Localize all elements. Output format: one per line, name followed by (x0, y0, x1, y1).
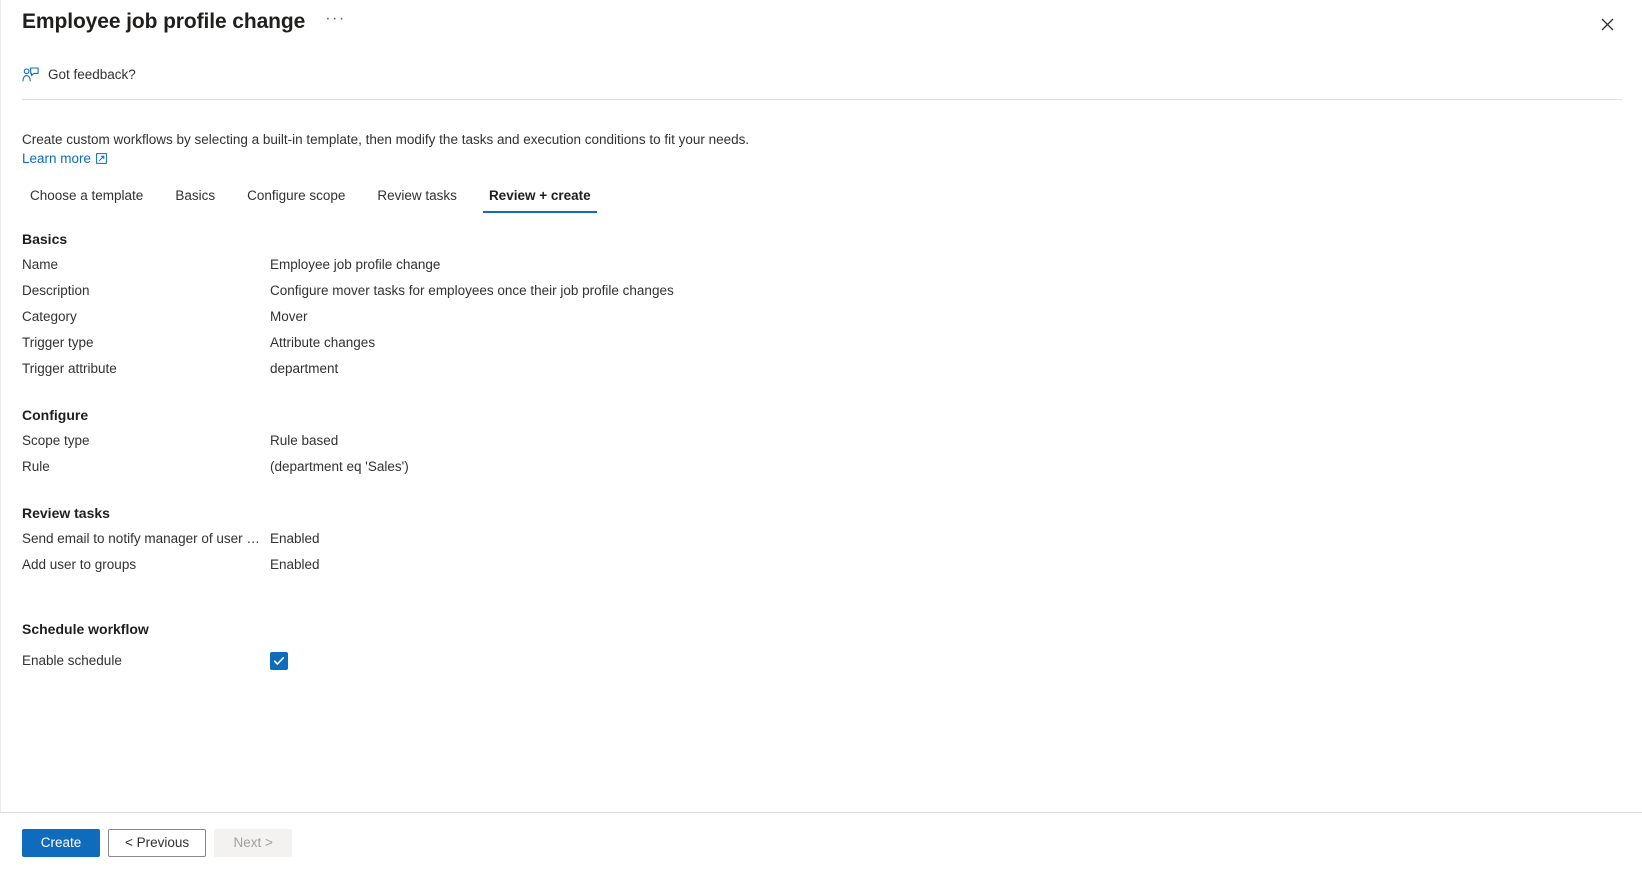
learn-more-link[interactable]: Learn more (22, 149, 107, 168)
next-button: Next > (214, 829, 293, 857)
footer-buttons: Create < Previous Next > (22, 829, 293, 857)
tab-review-tasks[interactable]: Review tasks (361, 187, 473, 213)
checkmark-icon (273, 657, 285, 665)
learn-more-label: Learn more (22, 151, 92, 166)
blade-header: Employee job profile change ··· (0, 0, 1642, 56)
summary-value: Employee job profile change (270, 257, 441, 272)
more-options-icon[interactable]: ··· (319, 8, 351, 36)
summary-row: Category Mover (22, 308, 1602, 334)
section-basics: Basics Name Employee job profile change … (22, 228, 1602, 386)
got-feedback-label: Got feedback? (48, 67, 136, 82)
intro-description: Create custom workflows by selecting a b… (22, 132, 750, 147)
header-divider (22, 99, 1622, 100)
summary-row: Send email to notify manager of user mo…… (22, 530, 1602, 556)
tab-configure-scope[interactable]: Configure scope (231, 187, 361, 213)
summary-key: Category (22, 309, 77, 324)
got-feedback-link[interactable]: Got feedback? (22, 66, 136, 84)
summary-row: Add user to groups Enabled (22, 556, 1602, 582)
blade-left-border (0, 0, 1, 876)
summary-key: Rule (22, 459, 50, 474)
summary-key: Name (22, 257, 59, 272)
summary-value: Enabled (270, 531, 320, 546)
title-area: Employee job profile change ··· (22, 8, 352, 36)
wizard-tabs: Choose a template Basics Configure scope… (22, 183, 607, 213)
summary-row: Name Employee job profile change (22, 256, 1602, 282)
summary-value: Enabled (270, 557, 320, 572)
summary-value: department (270, 361, 339, 376)
summary-row: Trigger attribute department (22, 360, 1602, 386)
enable-schedule-checkbox[interactable] (270, 652, 288, 670)
tab-choose-a-template[interactable]: Choose a template (22, 187, 159, 213)
summary-row: Description Configure mover tasks for em… (22, 282, 1602, 308)
enable-schedule-label: Enable schedule (22, 653, 122, 668)
section-heading-schedule-workflow: Schedule workflow (22, 621, 149, 637)
summary-value: Rule based (270, 433, 339, 448)
summary-key: Trigger attribute (22, 361, 117, 376)
summary-row: Rule (department eq 'Sales') (22, 458, 1602, 484)
section-heading-configure: Configure (22, 407, 89, 423)
section-review-tasks: Review tasks Send email to notify manage… (22, 502, 1602, 582)
summary-value: Mover (270, 309, 308, 324)
summary-key: Scope type (22, 433, 90, 448)
external-link-icon (96, 153, 107, 164)
tab-basics[interactable]: Basics (159, 187, 231, 213)
summary-row: Trigger type Attribute changes (22, 334, 1602, 360)
summary-key: Send email to notify manager of user mo… (22, 531, 270, 546)
summary-key: Trigger type (22, 335, 94, 350)
enable-schedule-row: Enable schedule (22, 648, 1602, 674)
feedback-person-icon (22, 67, 39, 83)
summary-row: Scope type Rule based (22, 432, 1602, 458)
page-title: Employee job profile change (22, 10, 306, 33)
wizard-footer: Create < Previous Next > (0, 812, 1642, 876)
section-schedule-workflow: Schedule workflow Enable schedule (22, 618, 1602, 674)
section-configure: Configure Scope type Rule based Rule (de… (22, 404, 1602, 484)
summary-key: Add user to groups (22, 557, 137, 572)
summary-value: Attribute changes (270, 335, 376, 350)
review-summary: Basics Name Employee job profile change … (22, 228, 1602, 692)
create-button[interactable]: Create (22, 829, 100, 857)
close-button[interactable] (1592, 9, 1622, 39)
summary-value: Configure mover tasks for employees once… (270, 283, 674, 298)
section-heading-basics: Basics (22, 231, 68, 247)
summary-value: (department eq 'Sales') (270, 459, 409, 474)
section-heading-review-tasks: Review tasks (22, 505, 110, 521)
tab-review-create[interactable]: Review + create (473, 187, 607, 213)
close-icon (1601, 18, 1613, 30)
summary-key: Description (22, 283, 90, 298)
previous-button[interactable]: < Previous (108, 829, 207, 857)
